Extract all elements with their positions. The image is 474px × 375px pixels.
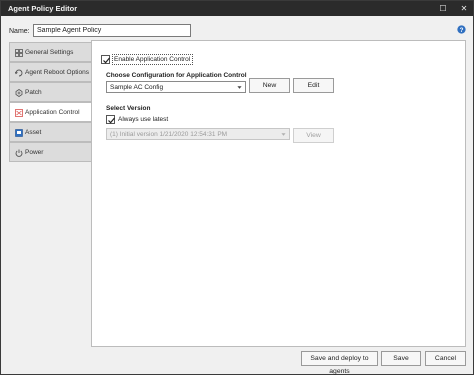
nav-item-label: Power bbox=[25, 149, 44, 156]
choose-config-heading: Choose Configuration for Application Con… bbox=[106, 72, 247, 79]
svg-text:?: ? bbox=[460, 27, 464, 34]
reboot-icon bbox=[15, 69, 23, 77]
edit-config-button[interactable]: Edit bbox=[293, 78, 334, 93]
nav-item-asset[interactable]: Asset bbox=[9, 122, 91, 142]
nav-item-patch[interactable]: Patch bbox=[9, 82, 91, 102]
chevron-down-icon bbox=[237, 86, 242, 89]
enable-app-control-checkbox[interactable] bbox=[101, 55, 110, 64]
asset-icon bbox=[15, 129, 23, 137]
new-config-button[interactable]: New bbox=[249, 78, 290, 93]
nav-item-label: Patch bbox=[25, 89, 42, 96]
cancel-button[interactable]: Cancel bbox=[425, 351, 466, 366]
nav-item-label: Asset bbox=[25, 129, 42, 136]
application-control-panel: Enable Application Control Choose Config… bbox=[91, 40, 466, 347]
nav-item-power[interactable]: Power bbox=[9, 142, 91, 162]
save-and-deploy-button[interactable]: Save and deploy to agents bbox=[301, 351, 378, 375]
application-control-icon bbox=[15, 109, 23, 117]
settings-nav: General Settings Agent Reboot Options Pa… bbox=[9, 40, 91, 347]
nav-item-label: Application Control bbox=[25, 109, 80, 116]
always-use-latest-label[interactable]: Always use latest bbox=[118, 116, 168, 123]
view-version-button: View bbox=[293, 128, 334, 143]
select-version-heading: Select Version bbox=[106, 105, 151, 112]
nav-item-application-control[interactable]: Application Control bbox=[9, 102, 91, 122]
version-select-value: (1) Initial version 1/21/2020 12:54:31 P… bbox=[110, 131, 228, 138]
nav-item-agent-reboot-options[interactable]: Agent Reboot Options bbox=[9, 62, 91, 82]
policy-name-input[interactable] bbox=[33, 24, 191, 37]
enable-app-control-label[interactable]: Enable Application Control bbox=[114, 56, 190, 63]
nav-item-label: General Settings bbox=[25, 49, 74, 56]
nav-item-general-settings[interactable]: General Settings bbox=[9, 42, 91, 62]
save-button[interactable]: Save bbox=[381, 351, 421, 366]
power-icon bbox=[15, 149, 23, 157]
name-label: Name: bbox=[9, 28, 30, 35]
config-select[interactable]: Sample AC Config bbox=[106, 81, 246, 93]
editor-content: General Settings Agent Reboot Options Pa… bbox=[9, 40, 466, 347]
checkmark-icon bbox=[103, 57, 110, 64]
maximize-button[interactable]: ☐ bbox=[433, 2, 453, 15]
window-title: Agent Policy Editor bbox=[8, 4, 78, 13]
version-select: (1) Initial version 1/21/2020 12:54:31 P… bbox=[106, 128, 290, 140]
agent-policy-editor-window: Agent Policy Editor ☐ ✕ Name: ? General … bbox=[0, 0, 474, 375]
general-settings-icon bbox=[15, 49, 23, 57]
always-use-latest-checkbox[interactable] bbox=[106, 115, 115, 124]
close-button[interactable]: ✕ bbox=[454, 2, 474, 15]
help-icon[interactable]: ? bbox=[457, 25, 466, 34]
patch-icon bbox=[15, 89, 23, 97]
checkmark-icon bbox=[108, 117, 115, 124]
title-bar[interactable]: Agent Policy Editor ☐ ✕ bbox=[1, 1, 473, 16]
config-select-value: Sample AC Config bbox=[110, 84, 164, 91]
nav-item-label: Agent Reboot Options bbox=[25, 69, 89, 76]
chevron-down-icon bbox=[281, 133, 286, 136]
